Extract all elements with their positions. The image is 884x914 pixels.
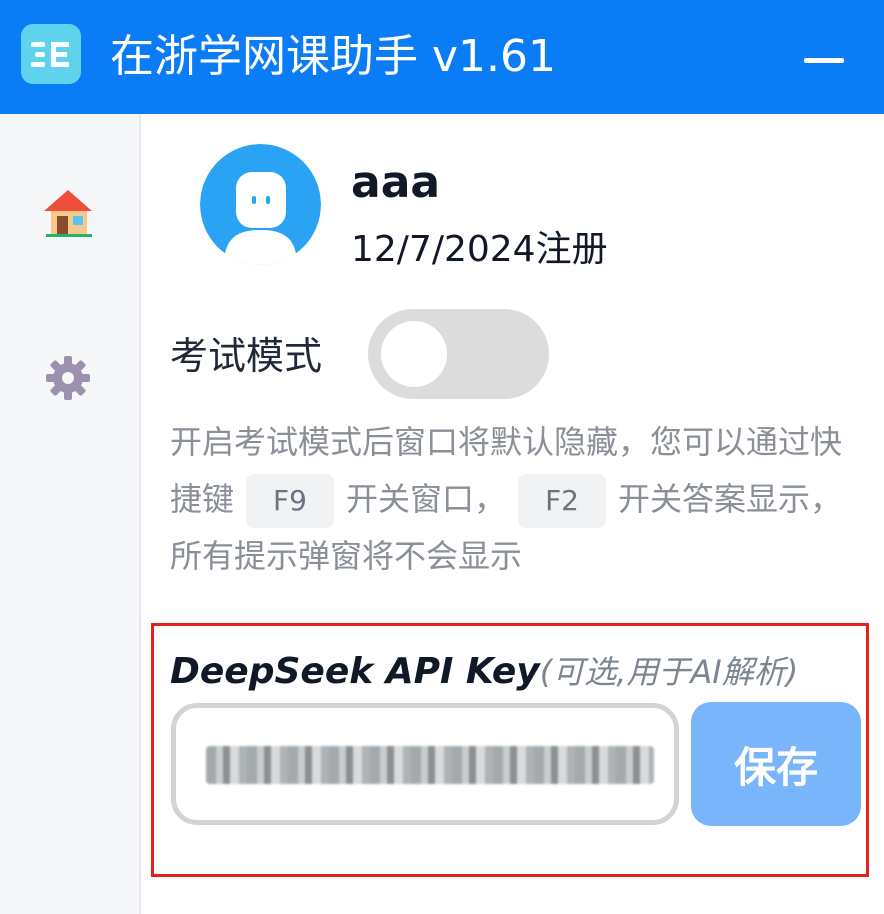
sidebar-item-settings[interactable] [34, 344, 102, 412]
minimize-button[interactable] [795, 40, 853, 78]
api-key-input[interactable] [171, 703, 679, 825]
title-bar: 在浙学网课助手 v1.61 [0, 0, 884, 114]
masked-api-key-value [206, 746, 654, 784]
user-avatar-icon [200, 144, 321, 265]
username: aaa [351, 157, 441, 208]
api-key-label: DeepSeek API Key(可选,用于AI解析) [170, 645, 798, 699]
sidebar-item-home[interactable] [34, 178, 102, 246]
shortcut-key-f9: F9 [246, 474, 335, 528]
exam-mode-hint: 开启考试模式后窗口将默认隐藏，您可以通过快捷键 F9 开关窗口， F2 开关答案显示，所… [170, 414, 870, 585]
hint-text-2: 开关窗口， [346, 480, 507, 518]
shortcut-key-f2: F2 [518, 474, 607, 528]
sidebar [0, 114, 141, 914]
home-icon [44, 190, 92, 237]
exam-mode-label: 考试模式 [170, 334, 323, 378]
minimize-icon [804, 58, 844, 63]
exam-mode-toggle[interactable] [368, 309, 549, 399]
registration-date: 12/7/2024注册 [351, 229, 608, 270]
gear-icon [46, 356, 90, 400]
toggle-knob [381, 321, 447, 387]
save-button[interactable]: 保存 [691, 702, 861, 826]
app-logo-icon [21, 24, 81, 84]
api-key-label-note: (可选,用于AI解析) [539, 653, 799, 691]
api-key-label-main: DeepSeek API Key [170, 651, 540, 692]
window-title: 在浙学网课助手 v1.61 [110, 31, 556, 82]
